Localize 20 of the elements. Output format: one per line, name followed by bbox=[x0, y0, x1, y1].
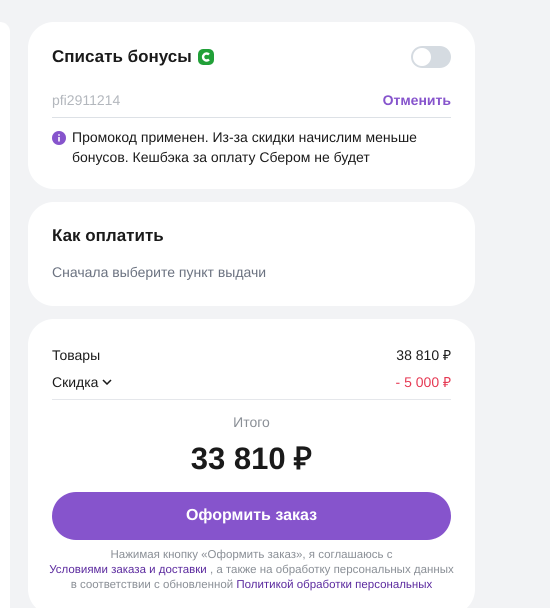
total-amount: 33 810 ₽ bbox=[190, 440, 314, 478]
total-label: Итого bbox=[232, 414, 271, 430]
line-label[interactable]: Скидка bbox=[52, 374, 98, 390]
promo-code: pfi2911214 bbox=[52, 92, 120, 108]
bonus-icon bbox=[198, 49, 214, 65]
submit-button[interactable]: Оформить заказ bbox=[52, 492, 451, 540]
notice-text: Промокод применен. Из-за скидки начислим меньше бонусов. Кешбэка за оплату Сбером не будет bbox=[72, 128, 418, 167]
line-value: - 5 000 ₽ bbox=[396, 373, 451, 391]
line-value: 38 810 ₽ bbox=[396, 346, 451, 364]
card-title: Как оплатить bbox=[52, 226, 164, 245]
legal-link[interactable]: Условиями заказа и доставки bbox=[49, 564, 207, 576]
hint-text: Сначала выберите пункт выдачи bbox=[52, 264, 268, 280]
card-title: Списать бонусы bbox=[52, 47, 192, 67]
toggle-switch[interactable] bbox=[411, 46, 451, 68]
info-icon bbox=[52, 131, 66, 145]
legal-link[interactable]: Политикой обработки персональных bbox=[236, 579, 432, 591]
chevron-down-icon bbox=[102, 378, 112, 384]
legal-text: Нажимая кнопку «Оформить заказ», я соглашаюсь с Условиями заказа и доставки , а также на обработку персональных данных в соответствии с обновленной Политикой обработки персональных bbox=[48, 548, 455, 593]
line-label: Товары bbox=[52, 346, 100, 362]
cancel-link[interactable]: Отменить bbox=[382, 92, 451, 108]
